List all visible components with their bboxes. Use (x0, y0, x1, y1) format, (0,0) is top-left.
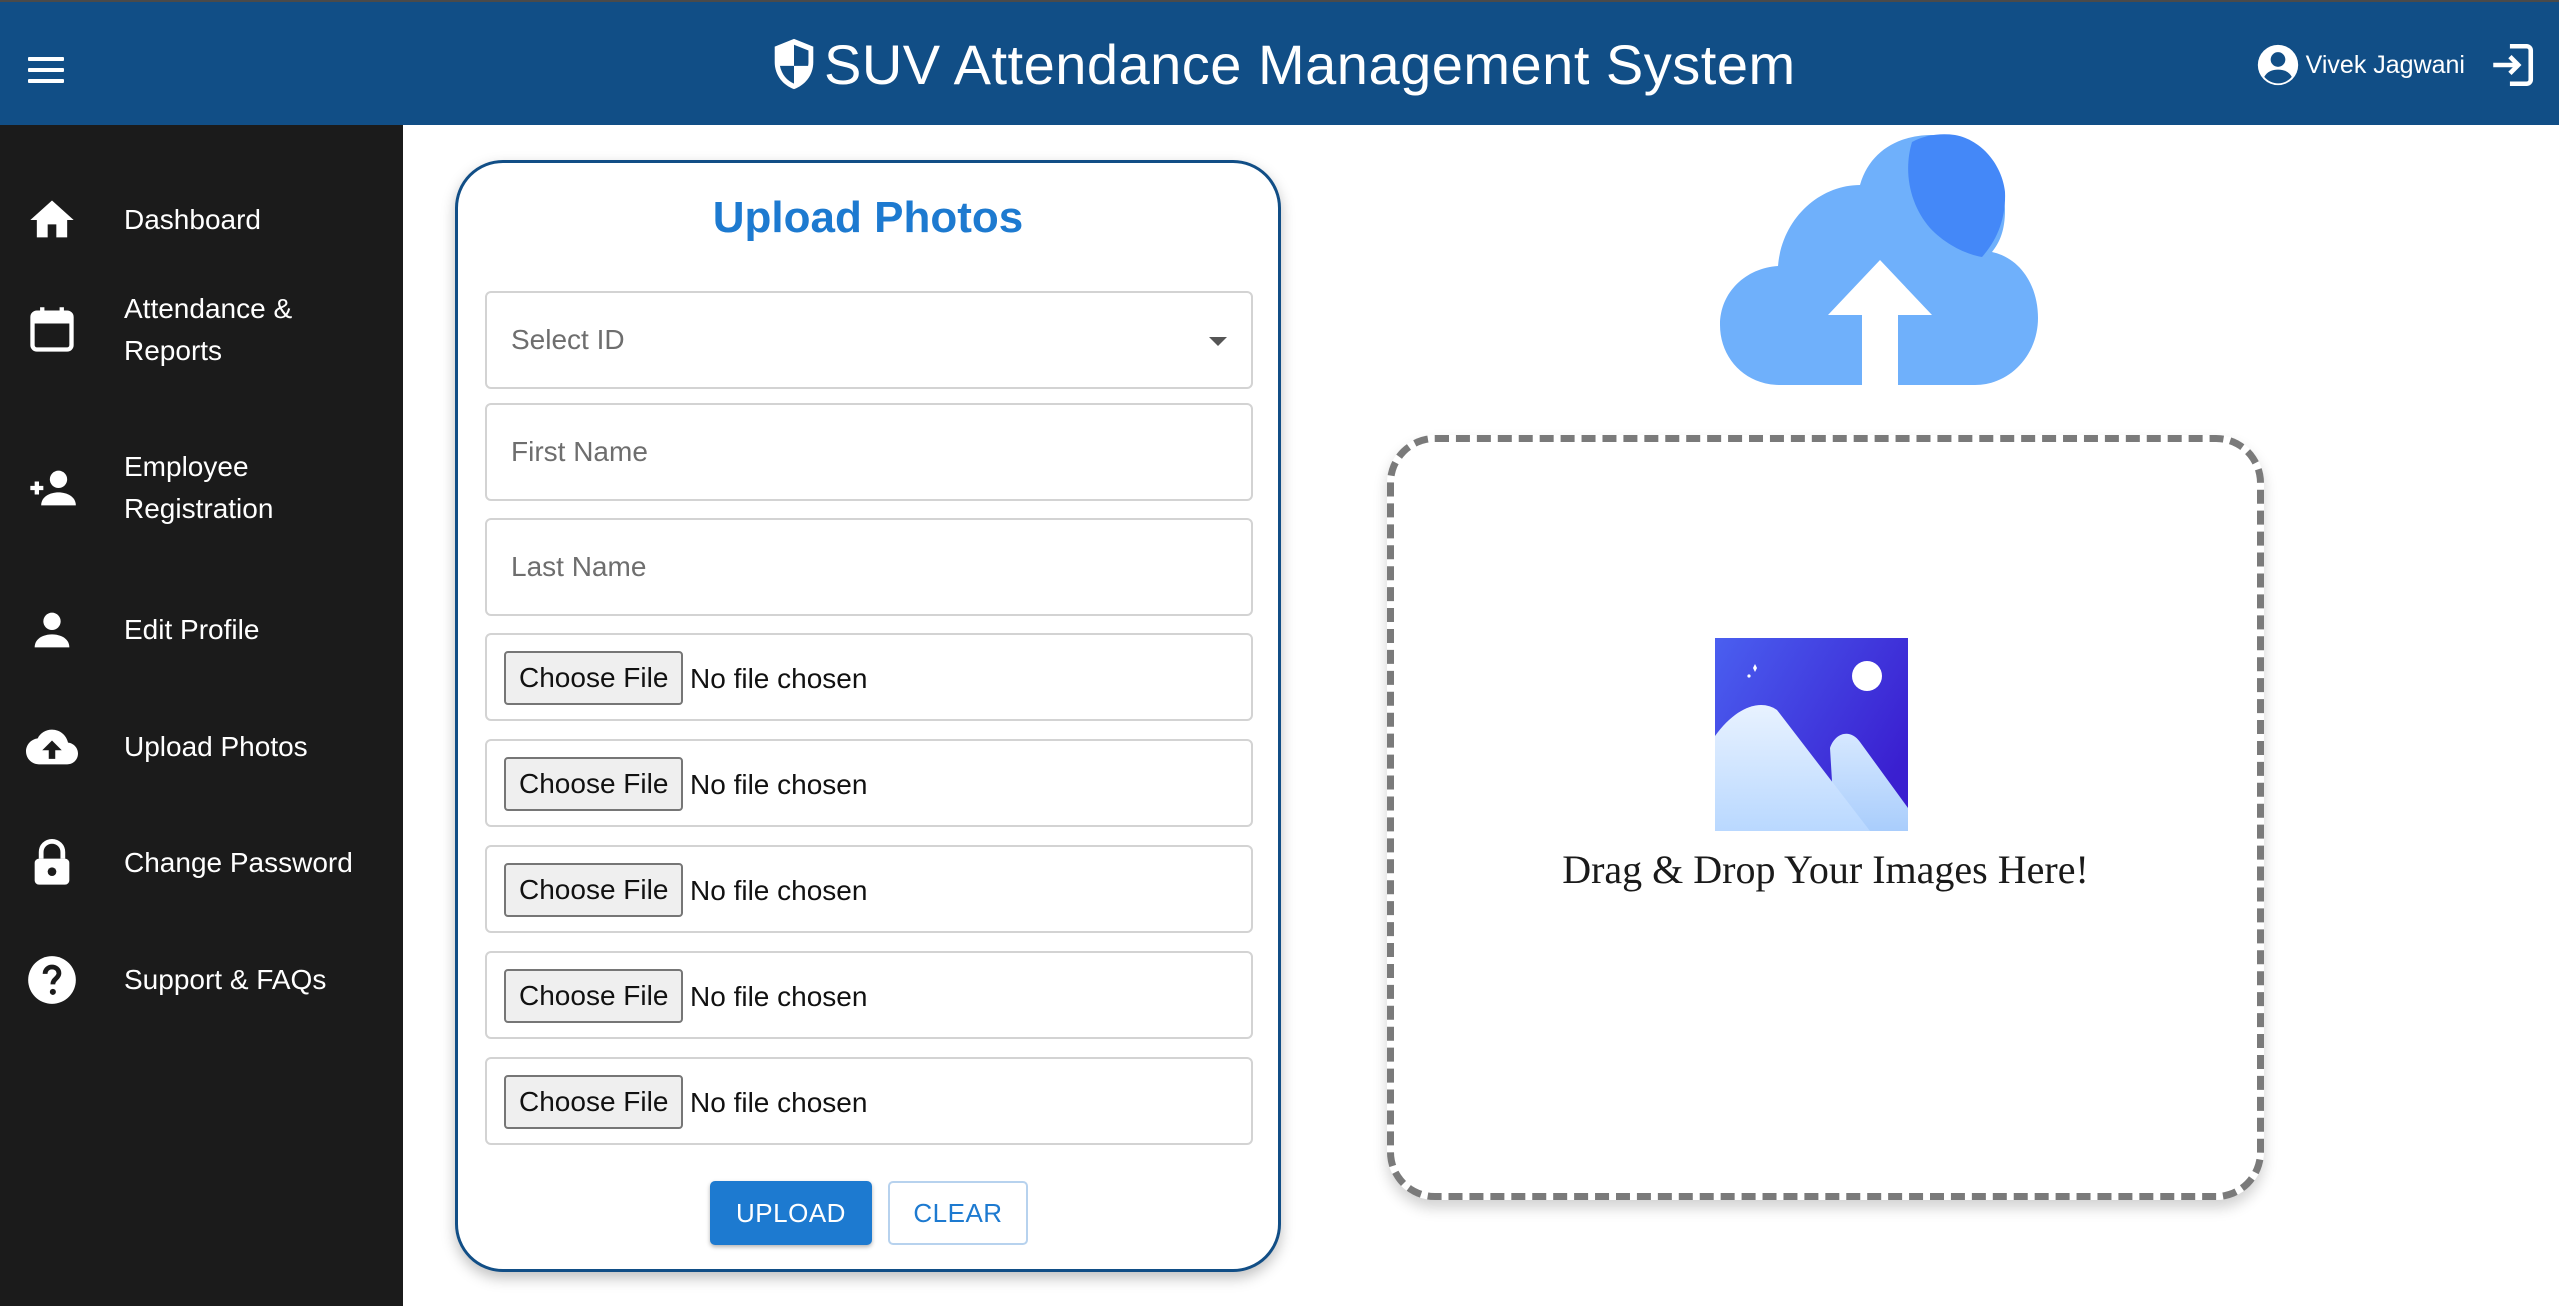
dropzone-text: Drag & Drop Your Images Here! (1562, 847, 2089, 892)
cloud-upload-illustration-icon (1720, 134, 2038, 395)
home-icon (24, 192, 80, 248)
file-status: No file chosen (690, 875, 868, 906)
user-name[interactable]: Vivek Jagwani (2306, 51, 2465, 80)
select-id-value[interactable]: Select ID (487, 293, 1251, 387)
shield-icon (774, 38, 814, 90)
person-add-icon (24, 460, 80, 516)
calendar-icon (24, 302, 80, 358)
sidebar-item-label: Edit Profile (124, 614, 260, 645)
last-name-field-wrapper (485, 518, 1253, 616)
sidebar-item-dashboard[interactable]: Dashboard (0, 165, 403, 275)
choose-file-button[interactable]: Choose File (504, 757, 684, 811)
file-input-row: Choose File No file chosen (485, 633, 1253, 721)
sidebar-item-support-faqs[interactable]: Support & FAQs (0, 925, 403, 1035)
sidebar-item-label: Upload Photos (124, 731, 308, 762)
lock-icon (24, 835, 80, 891)
sidebar-item-label: Employee Registration (124, 451, 274, 524)
sidebar-item-attendance-reports[interactable]: Attendance & Reports (0, 275, 403, 385)
file-input-row: Choose File No file chosen (485, 951, 1253, 1039)
sidebar-item-change-password[interactable]: Change Password (0, 808, 403, 918)
cloud-upload-icon (24, 719, 80, 775)
file-status: No file chosen (690, 1087, 868, 1118)
chevron-down-icon (1209, 337, 1227, 346)
choose-file-button[interactable]: Choose File (504, 863, 684, 917)
sidebar-item-label: Support & FAQs (124, 964, 327, 995)
file-status: No file chosen (690, 981, 868, 1012)
app-title: SUV Attendance Management System (824, 32, 1796, 96)
sidebar-item-label: Attendance & Reports (124, 293, 293, 366)
choose-file-button[interactable]: Choose File (504, 651, 684, 705)
choose-file-button[interactable]: Choose File (504, 1075, 684, 1129)
form-title: Upload Photos (712, 193, 1024, 242)
sidebar-item-label: Dashboard (124, 204, 261, 235)
last-name-field[interactable] (487, 520, 1251, 614)
menu-icon[interactable] (28, 57, 64, 87)
file-input-row: Choose File No file chosen (485, 845, 1253, 933)
sidebar-item-label: Change Password (124, 847, 353, 878)
sidebar: Dashboard Attendance & Reports Employee … (0, 125, 403, 1306)
app-header: SUV Attendance Management System Vivek J… (0, 0, 2559, 125)
upload-button[interactable]: UPLOAD (710, 1181, 872, 1245)
image-placeholder-icon (1715, 638, 1908, 831)
file-status: No file chosen (690, 769, 868, 800)
file-status: No file chosen (690, 663, 868, 694)
first-name-field-wrapper (485, 403, 1253, 501)
user-area: Vivek Jagwani (2256, 37, 2537, 93)
clear-button[interactable]: CLEAR (888, 1181, 1028, 1245)
brand: SUV Attendance Management System (770, 32, 1796, 96)
first-name-field[interactable] (487, 405, 1251, 499)
sidebar-item-employee-registration[interactable]: Employee Registration (0, 433, 403, 543)
file-input-row: Choose File No file chosen (485, 739, 1253, 827)
person-icon (24, 602, 80, 658)
sidebar-item-upload-photos[interactable]: Upload Photos (0, 692, 403, 802)
sidebar-item-edit-profile[interactable]: Edit Profile (0, 575, 403, 685)
help-icon (24, 952, 80, 1008)
logout-icon[interactable] (2487, 40, 2537, 90)
upload-photos-form: Upload Photos Select ID Choose File No f… (455, 160, 1281, 1272)
choose-file-button[interactable]: Choose File (504, 969, 684, 1023)
select-id-dropdown[interactable]: Select ID (485, 291, 1253, 389)
file-input-row: Choose File No file chosen (485, 1057, 1253, 1145)
account-circle-icon[interactable] (2256, 43, 2300, 87)
